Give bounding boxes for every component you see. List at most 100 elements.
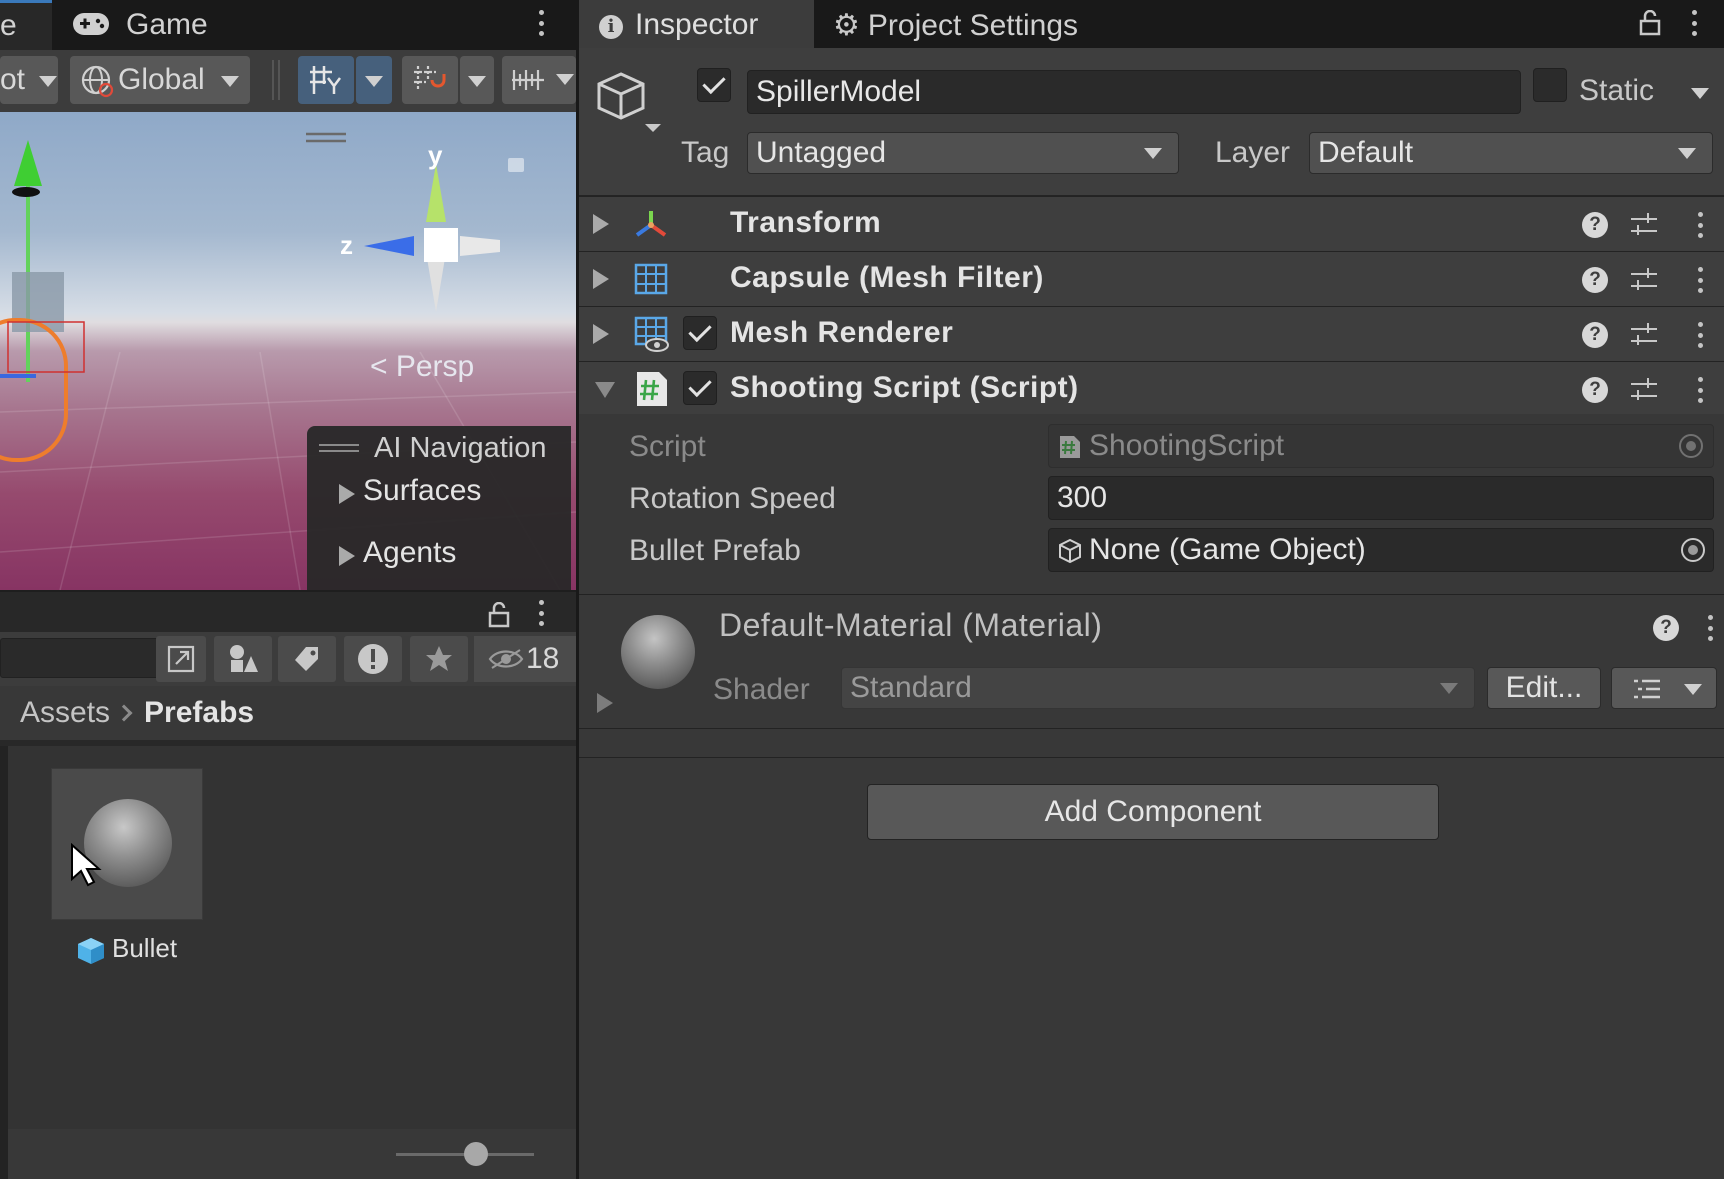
component-title: Mesh Renderer	[730, 316, 954, 349]
ai-navigation-title: AI Navigation	[374, 432, 547, 464]
component-kebab-icon[interactable]	[1697, 377, 1703, 403]
component-title: Capsule (Mesh Filter)	[730, 261, 1044, 294]
scene-tabbar: e Game	[0, 0, 576, 50]
component-kebab-icon[interactable]	[1697, 267, 1703, 293]
component-kebab-icon[interactable]	[1697, 212, 1703, 238]
nav-item-surfaces[interactable]: Surfaces	[339, 474, 481, 508]
layer-dropdown-value: Default	[1318, 136, 1414, 169]
favorites-button[interactable]	[410, 636, 468, 682]
collapse-arrow-icon[interactable]	[595, 382, 615, 398]
star-icon	[426, 646, 452, 671]
component-title: Transform	[730, 206, 882, 239]
persp-toggle[interactable]: < Persp	[370, 350, 474, 384]
presets-icon[interactable]	[1631, 377, 1657, 403]
inspector-panel: i Inspector ⚙ Project Settings SpillerMode…	[579, 0, 1724, 1179]
project-footer	[8, 1129, 576, 1179]
tab-scene[interactable]: e	[0, 0, 52, 50]
expand-arrow-icon[interactable]	[593, 269, 609, 289]
tab-scene-label: e	[0, 9, 17, 42]
expand-arrow-icon[interactable]	[593, 214, 609, 234]
breadcrumb-prefabs[interactable]: Prefabs	[144, 696, 254, 729]
increment-snap-toggle[interactable]	[402, 56, 458, 104]
presets-icon[interactable]	[1631, 322, 1657, 348]
hidden-packages-toggle[interactable]: 18	[474, 636, 576, 682]
help-icon[interactable]: ?	[1582, 212, 1608, 238]
component-shooting-script[interactable]: Shooting Script (Script) ?	[579, 361, 1724, 416]
breadcrumb: Assets Prefabs	[0, 686, 576, 740]
breadcrumb-assets[interactable]: Assets	[20, 696, 110, 729]
increment-snap-dropdown[interactable]	[460, 56, 494, 104]
mouse-cursor-icon	[71, 843, 102, 887]
tag-dropdown[interactable]: Untagged	[747, 132, 1179, 174]
rotation-speed-input[interactable]: 300	[1048, 476, 1714, 520]
gameobject-cube-icon	[1059, 538, 1081, 564]
grid-snap-toggle[interactable]	[298, 56, 354, 104]
bullet-prefab-label: Bullet Prefab	[629, 534, 801, 567]
presets-icon[interactable]	[1631, 267, 1657, 293]
lock-icon[interactable]	[488, 602, 510, 628]
component-enabled-checkbox[interactable]	[683, 316, 717, 350]
project-toolbar: 18	[0, 632, 576, 686]
project-search-input[interactable]	[0, 638, 160, 678]
chevron-down-icon	[221, 75, 240, 87]
component-enabled-checkbox[interactable]	[683, 371, 717, 405]
help-icon[interactable]: ?	[1582, 267, 1608, 293]
tab-game[interactable]: Game	[56, 0, 216, 50]
ruler-toggle[interactable]	[502, 56, 576, 104]
component-transform[interactable]: Transform ?	[579, 196, 1724, 251]
tab-project-settings-label: Project Settings	[867, 9, 1079, 42]
object-picker-icon[interactable]	[1681, 538, 1705, 562]
tab-game-label: Game	[126, 8, 208, 41]
shader-options-dropdown[interactable]	[1611, 667, 1717, 709]
filter-by-label-button[interactable]	[278, 636, 336, 682]
material-kebab-icon[interactable]	[1707, 615, 1713, 641]
bullet-prefab-field[interactable]: None (Game Object)	[1048, 528, 1714, 572]
add-component-button[interactable]: Add Component	[867, 784, 1439, 840]
tag-label: Tag	[681, 136, 730, 169]
filter-by-type-button[interactable]	[214, 636, 272, 682]
drag-handle-icon[interactable]	[319, 444, 359, 446]
help-icon[interactable]: ?	[1582, 377, 1608, 403]
presets-icon[interactable]	[1631, 212, 1657, 238]
ai-navigation-overlay: AI Navigation Surfaces Agents	[307, 426, 571, 590]
static-dropdown-icon[interactable]	[1691, 88, 1709, 99]
component-kebab-icon[interactable]	[1697, 322, 1703, 348]
csharp-script-icon	[1060, 436, 1080, 458]
grid-snap-dropdown[interactable]	[356, 56, 392, 104]
help-icon[interactable]: ?	[1582, 322, 1608, 348]
chevron-down-icon	[365, 75, 383, 87]
help-icon[interactable]: ?	[1653, 615, 1679, 641]
info-icon: i	[599, 15, 623, 39]
component-mesh-renderer[interactable]: Mesh Renderer ?	[579, 306, 1724, 361]
edit-shader-button[interactable]: Edit...	[1487, 667, 1601, 709]
search-scope-button[interactable]	[156, 636, 206, 682]
scene-menu-kebab-icon[interactable]	[538, 10, 544, 36]
gameobject-cube-icon[interactable]	[597, 70, 663, 136]
static-label: Static	[1579, 74, 1655, 107]
pivot-dropdown[interactable]: ot	[0, 56, 58, 104]
asset-grid: Bullet	[8, 746, 576, 1129]
tab-project-settings[interactable]: ⚙ Project Settings	[833, 0, 1078, 48]
material-section: Default-Material (Material) ? Shader Sta…	[579, 594, 1724, 728]
global-dropdown[interactable]: Global	[70, 56, 250, 104]
globe-icon	[81, 65, 114, 98]
static-checkbox[interactable]	[1533, 68, 1567, 102]
component-mesh-filter[interactable]: Capsule (Mesh Filter) ?	[579, 251, 1724, 306]
gizmo-z-label[interactable]: z	[340, 230, 353, 261]
lock-icon[interactable]	[1639, 10, 1661, 36]
inspector-menu-kebab-icon[interactable]	[1691, 10, 1697, 36]
expand-arrow-icon[interactable]	[597, 693, 613, 713]
gameobject-name-field[interactable]: SpillerModel	[747, 70, 1521, 114]
nav-item-agents[interactable]: Agents	[339, 536, 457, 570]
asset-item-bullet[interactable]	[51, 768, 203, 920]
tab-inspector[interactable]: i Inspector	[579, 0, 814, 48]
expand-arrow-icon[interactable]	[593, 324, 609, 344]
log-types-button[interactable]	[344, 636, 402, 682]
nav-item-label: Agents	[363, 536, 457, 569]
project-menu-kebab-icon[interactable]	[538, 600, 544, 626]
active-checkbox[interactable]	[697, 68, 731, 102]
shader-dropdown: Standard	[841, 667, 1475, 709]
layer-dropdown[interactable]: Default	[1309, 132, 1713, 174]
gameobject-header: SpillerModel Static Tag Untagged Layer D…	[579, 48, 1724, 196]
zoom-slider-handle[interactable]	[464, 1142, 488, 1166]
